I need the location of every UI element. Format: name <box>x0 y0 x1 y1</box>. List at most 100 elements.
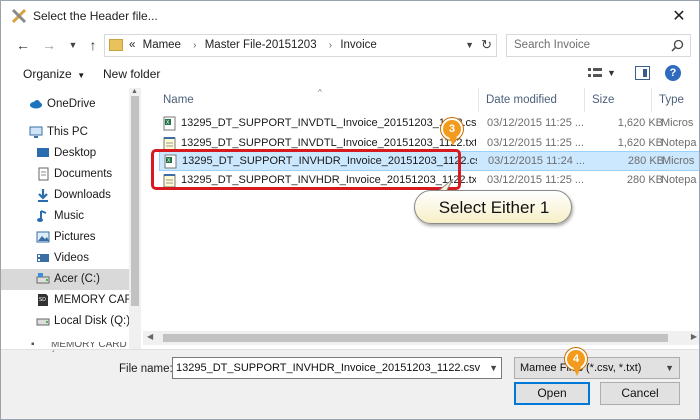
file-size: 1,620 KB <box>617 137 663 149</box>
nav-item-videos[interactable]: Videos <box>1 248 129 269</box>
column-header-type[interactable]: Type <box>652 88 699 112</box>
column-header-label: Type <box>659 94 684 106</box>
nav-item-onedrive[interactable]: OneDrive <box>1 94 129 115</box>
close-icon: ✕ <box>672 8 686 25</box>
breadcrumb-mamee[interactable]: Mamee <box>143 39 181 51</box>
nav-scrollbar[interactable]: ▲ <box>129 88 141 350</box>
search-icon <box>671 39 684 52</box>
nav-item-music[interactable]: Music <box>1 206 129 227</box>
file-name-label: File name: <box>119 363 173 375</box>
navigation-pane: OneDrive This PC Desktop Documents Downl… <box>1 88 141 350</box>
sd-card-icon: ▪ <box>31 342 35 350</box>
nav-item-acer-c[interactable]: Acer (C:) <box>1 269 129 290</box>
search-input[interactable]: Search Invoice <box>506 34 691 57</box>
cloud-icon <box>30 100 42 109</box>
svg-text:X: X <box>166 120 170 126</box>
nav-label: OneDrive <box>47 98 96 110</box>
breadcrumb-separator: › <box>328 40 333 51</box>
step-badge-4: 4 <box>565 348 587 376</box>
help-icon[interactable]: ? <box>665 65 681 81</box>
column-header-size[interactable]: Size <box>585 88 651 112</box>
nav-item-documents[interactable]: Documents <box>1 164 129 185</box>
recent-locations-dropdown-icon[interactable]: ▼ <box>65 37 81 53</box>
nav-label: Local Disk (Q:) <box>54 315 131 327</box>
dialog-footer: File name: 13295_DT_SUPPORT_INVHDR_Invoi… <box>1 349 699 419</box>
preview-pane-icon[interactable] <box>635 66 650 80</box>
nav-item-memory-card[interactable]: SD MEMORY CARD <box>1 290 141 311</box>
file-type: Micros <box>661 117 694 129</box>
open-button[interactable]: Open <box>514 382 590 405</box>
nav-label: Desktop <box>54 147 97 159</box>
horizontal-scrollbar-thumb[interactable] <box>163 334 668 342</box>
view-options-icon[interactable] <box>587 66 603 80</box>
file-date: 03/12/2015 11:25 ... <box>487 117 585 129</box>
refresh-icon[interactable]: ↻ <box>481 37 492 53</box>
cancel-button[interactable]: Cancel <box>600 382 680 405</box>
breadcrumb-master-file[interactable]: Master File-20151203 <box>205 39 317 51</box>
pictures-icon <box>36 231 50 243</box>
file-size: 280 KB <box>626 174 663 186</box>
forward-arrow-icon[interactable]: → <box>41 37 57 53</box>
nav-label: Acer (C:) <box>54 273 100 285</box>
back-arrow-icon[interactable]: ← <box>15 37 31 53</box>
nav-scrollbar-thumb[interactable] <box>131 96 139 306</box>
file-name-input[interactable]: 13295_DT_SUPPORT_INVHDR_Invoice_20151203… <box>172 357 502 379</box>
drive-icon <box>36 273 50 284</box>
highlight-box <box>151 149 461 190</box>
nav-item-downloads[interactable]: Downloads <box>1 185 129 206</box>
close-button[interactable]: ✕ <box>667 5 691 27</box>
organize-button[interactable]: Organize ▼ <box>23 67 85 81</box>
desktop-icon <box>37 148 49 157</box>
file-date: 03/12/2015 11:25 ... <box>487 137 585 149</box>
nav-label: Music <box>54 210 85 222</box>
address-bar[interactable]: « Mamee › Master File-20151203 › Invoice… <box>104 34 497 57</box>
scroll-up-icon[interactable]: ▲ <box>131 88 138 95</box>
chevron-down-icon: ▼ <box>75 71 86 80</box>
nav-item-local-disk-q[interactable]: Local Disk (Q:) <box>1 311 131 332</box>
column-header-name[interactable]: Name <box>143 88 473 112</box>
column-header-label: Name <box>163 94 194 106</box>
file-type: Notepa <box>661 137 697 149</box>
column-header-date[interactable]: Date modified <box>479 88 584 112</box>
scroll-right-icon[interactable]: ▶ <box>691 332 697 341</box>
breadcrumb-invoice[interactable]: Invoice <box>340 39 376 51</box>
instruction-text: Select Either 1 <box>438 198 550 217</box>
file-size: 1,620 KB <box>617 117 663 129</box>
nav-item-memory-card-partial[interactable]: ▪ MEMORY CARD (... <box>1 342 141 352</box>
file-name-value: 13295_DT_SUPPORT_INVHDR_Invoice_20151203… <box>176 362 481 374</box>
chevron-down-icon: ▼ <box>665 363 674 373</box>
sd-card-icon: SD <box>38 294 48 306</box>
nav-label: This PC <box>47 126 88 138</box>
file-type-filter-select[interactable]: Mamee Files (*.csv, *.txt) ▼ <box>514 357 680 379</box>
nav-item-desktop[interactable]: Desktop <box>1 143 129 164</box>
address-row: ← → ▼ ↑ « Mamee › Master File-20151203 ›… <box>1 31 699 59</box>
chevron-down-icon[interactable]: ▼ <box>489 363 498 373</box>
view-dropdown-icon[interactable]: ▼ <box>607 68 616 78</box>
up-arrow-icon[interactable]: ↑ <box>85 37 101 53</box>
file-name: 13295_DT_SUPPORT_INVDTL_Invoice_20151203… <box>181 137 476 149</box>
column-header-label: Size <box>592 94 615 106</box>
breadcrumb-prefix: « <box>129 39 136 51</box>
chevron-down-icon[interactable]: ▼ <box>465 40 474 50</box>
nav-label: MEMORY CARD (... <box>51 342 127 352</box>
breadcrumb: « Mamee › Master File-20151203 › Invoice <box>129 39 381 51</box>
new-folder-button[interactable]: New folder <box>103 67 160 81</box>
scroll-left-icon[interactable]: ◀ <box>147 332 153 341</box>
file-size: 280 KB <box>627 155 664 167</box>
file-row[interactable]: X 13295_DT_SUPPORT_INVDTL_Invoice_201512… <box>159 114 699 134</box>
excel-csv-icon: X <box>163 116 176 131</box>
search-placeholder: Search Invoice <box>514 39 591 51</box>
breadcrumb-separator: › <box>193 40 197 51</box>
instruction-bubble: Select Either 1 <box>414 190 572 224</box>
horizontal-scrollbar[interactable]: ◀ ▶ <box>143 331 699 345</box>
nav-label: Documents <box>54 168 113 180</box>
file-name: 13295_DT_SUPPORT_INVDTL_Invoice_20151203… <box>181 117 476 129</box>
nav-item-pictures[interactable]: Pictures <box>1 227 129 248</box>
window-title: Select the Header file... <box>33 9 158 23</box>
title-bar: Select the Header file... ✕ <box>1 1 699 31</box>
nav-item-this-pc[interactable]: This PC <box>1 122 129 143</box>
nav-label: Pictures <box>54 231 96 243</box>
nav-label: Videos <box>54 252 89 264</box>
music-icon <box>37 210 47 222</box>
computer-icon <box>29 126 43 138</box>
